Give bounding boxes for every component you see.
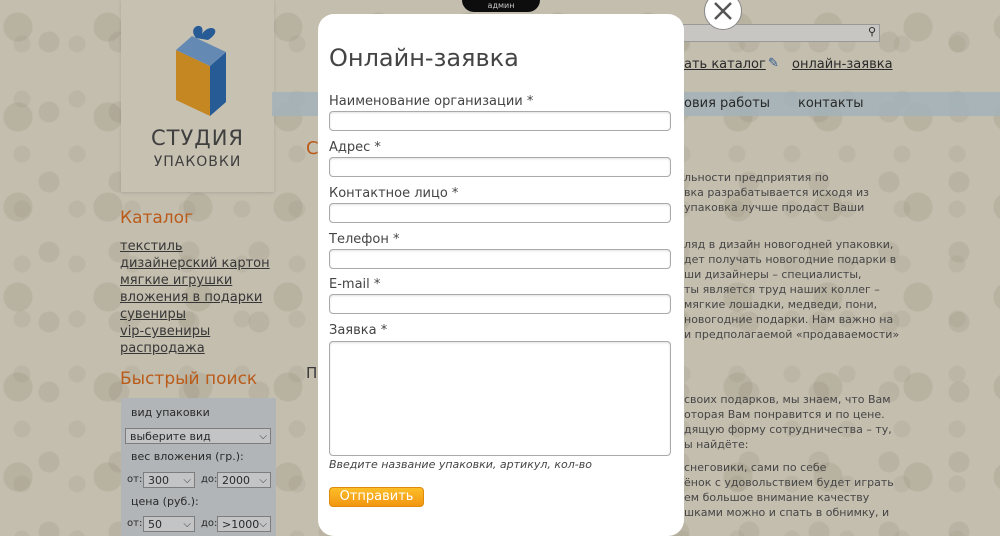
request-hint: Введите название упаковки, артикул, кол-… bbox=[329, 458, 592, 471]
online-order-modal: Онлайн-заявка Наименование организации *… bbox=[318, 14, 684, 536]
close-icon bbox=[714, 2, 732, 20]
contact-label: Контактное лицо * bbox=[329, 186, 459, 201]
request-label: Заявка * bbox=[329, 323, 388, 338]
email-input[interactable] bbox=[329, 294, 671, 314]
contact-input[interactable] bbox=[329, 203, 671, 223]
phone-label: Телефон * bbox=[329, 232, 400, 247]
address-input[interactable] bbox=[329, 157, 671, 177]
email-label: E-mail * bbox=[329, 277, 381, 292]
submit-button[interactable]: Отправить bbox=[329, 487, 424, 507]
address-label: Адрес * bbox=[329, 140, 381, 155]
org-input[interactable] bbox=[329, 111, 671, 131]
phone-input[interactable] bbox=[329, 249, 671, 269]
org-label: Наименование организации * bbox=[329, 94, 534, 109]
request-textarea[interactable] bbox=[329, 341, 671, 456]
modal-title: Онлайн-заявка bbox=[329, 44, 519, 72]
